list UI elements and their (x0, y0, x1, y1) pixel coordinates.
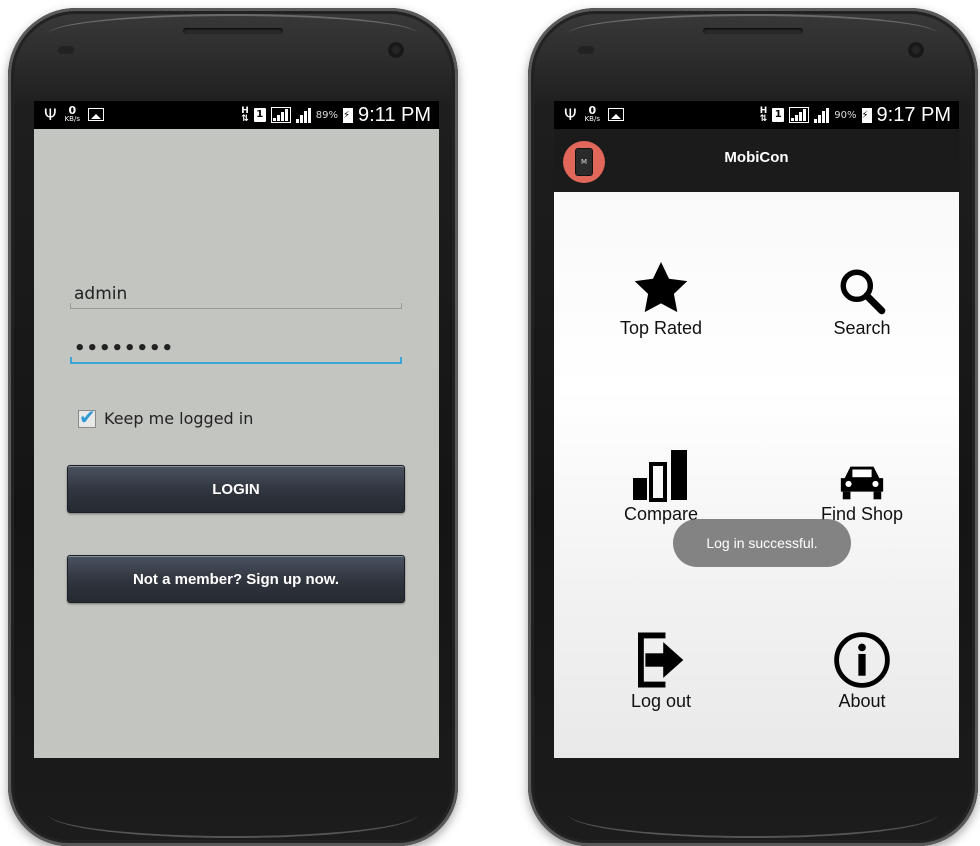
proximity-sensor (578, 46, 594, 54)
front-camera (390, 44, 402, 56)
network-type-icon: H ⇅ (759, 106, 768, 124)
signal-icon-sim2 (295, 107, 311, 123)
car-icon (830, 438, 894, 502)
net-speed-indicator: 0 KB/s (64, 104, 80, 123)
network-type-icon: H ⇅ (241, 106, 249, 124)
phone-bezel-bottom (48, 814, 418, 838)
password-field-wrap (70, 334, 410, 364)
signup-button[interactable]: Not a member? Sign up now. (67, 555, 405, 603)
app-title: MobiCon (724, 149, 789, 166)
password-input[interactable] (70, 334, 410, 362)
earpiece-speaker (183, 28, 283, 34)
remember-me-checkbox[interactable] (78, 405, 96, 429)
menu-item-compare[interactable]: Compare (571, 438, 751, 525)
front-camera (910, 44, 922, 56)
phone-frame-left: Ψ 0 KB/s H⇅ 1 89% 9: (8, 8, 458, 846)
bar-chart-icon (629, 438, 693, 502)
clock: 9:17 PM (876, 104, 951, 126)
battery-percent: 89% (315, 109, 338, 121)
magnifier-icon (830, 252, 894, 316)
signal-icon-sim2 (814, 107, 830, 123)
menu-item-logout[interactable]: Log out (571, 625, 751, 712)
clock: 9:11 PM (358, 104, 431, 126)
signal-icon-sim1 (789, 107, 810, 123)
menu-grid: Top Rated Search Compare Find Shop Log o… (554, 192, 959, 758)
menu-item-find-shop[interactable]: Find Shop (772, 438, 952, 525)
menu-item-top-rated[interactable]: Top Rated (571, 252, 751, 339)
remember-me-row[interactable]: Keep me logged in (78, 405, 254, 429)
login-form: Keep me logged in LOGIN Not a member? Si… (34, 129, 439, 758)
app-action-bar: M MobiCon (554, 129, 959, 192)
username-input[interactable] (70, 279, 410, 308)
image-notification-icon (608, 108, 624, 121)
username-field-wrap (70, 279, 410, 309)
usb-icon: Ψ (44, 104, 57, 124)
info-icon (830, 625, 894, 689)
battery-charging-icon (861, 107, 872, 123)
sim-icon: 1 (253, 108, 266, 122)
toast-message: Log in successful. (673, 519, 851, 567)
status-bar: Ψ 0 KB/s H⇅ 1 89% 9: (34, 101, 439, 129)
menu-label-about: About (838, 691, 886, 711)
usb-icon: Ψ (564, 104, 577, 124)
status-bar: Ψ 0 KB/s H⇅ 1 90% 9: (554, 101, 959, 129)
signal-icon-sim1 (270, 107, 291, 123)
phone-frame-right: Ψ 0 KB/s H⇅ 1 90% 9: (528, 8, 978, 846)
exit-icon (629, 625, 693, 689)
login-screen: Ψ 0 KB/s H⇅ 1 89% 9: (34, 101, 439, 758)
menu-item-search[interactable]: Search (772, 252, 952, 339)
menu-label-logout: Log out (630, 691, 692, 711)
star-icon (629, 252, 693, 316)
phone-bezel-bottom (568, 814, 938, 838)
sim-icon: 1 (772, 108, 785, 122)
image-notification-icon (88, 108, 104, 121)
menu-item-about[interactable]: About (772, 625, 952, 712)
earpiece-speaker (703, 28, 803, 34)
home-menu-screen: Ψ 0 KB/s H⇅ 1 90% 9: (554, 101, 959, 758)
net-speed-indicator: 0 KB/s (584, 104, 600, 123)
battery-percent: 90% (834, 109, 857, 121)
remember-me-label: Keep me logged in (104, 409, 254, 428)
login-button[interactable]: LOGIN (67, 465, 405, 513)
battery-charging-icon (343, 107, 353, 123)
menu-label-top-rated: Top Rated (619, 318, 703, 338)
proximity-sensor (58, 46, 74, 54)
menu-label-search: Search (833, 318, 891, 338)
